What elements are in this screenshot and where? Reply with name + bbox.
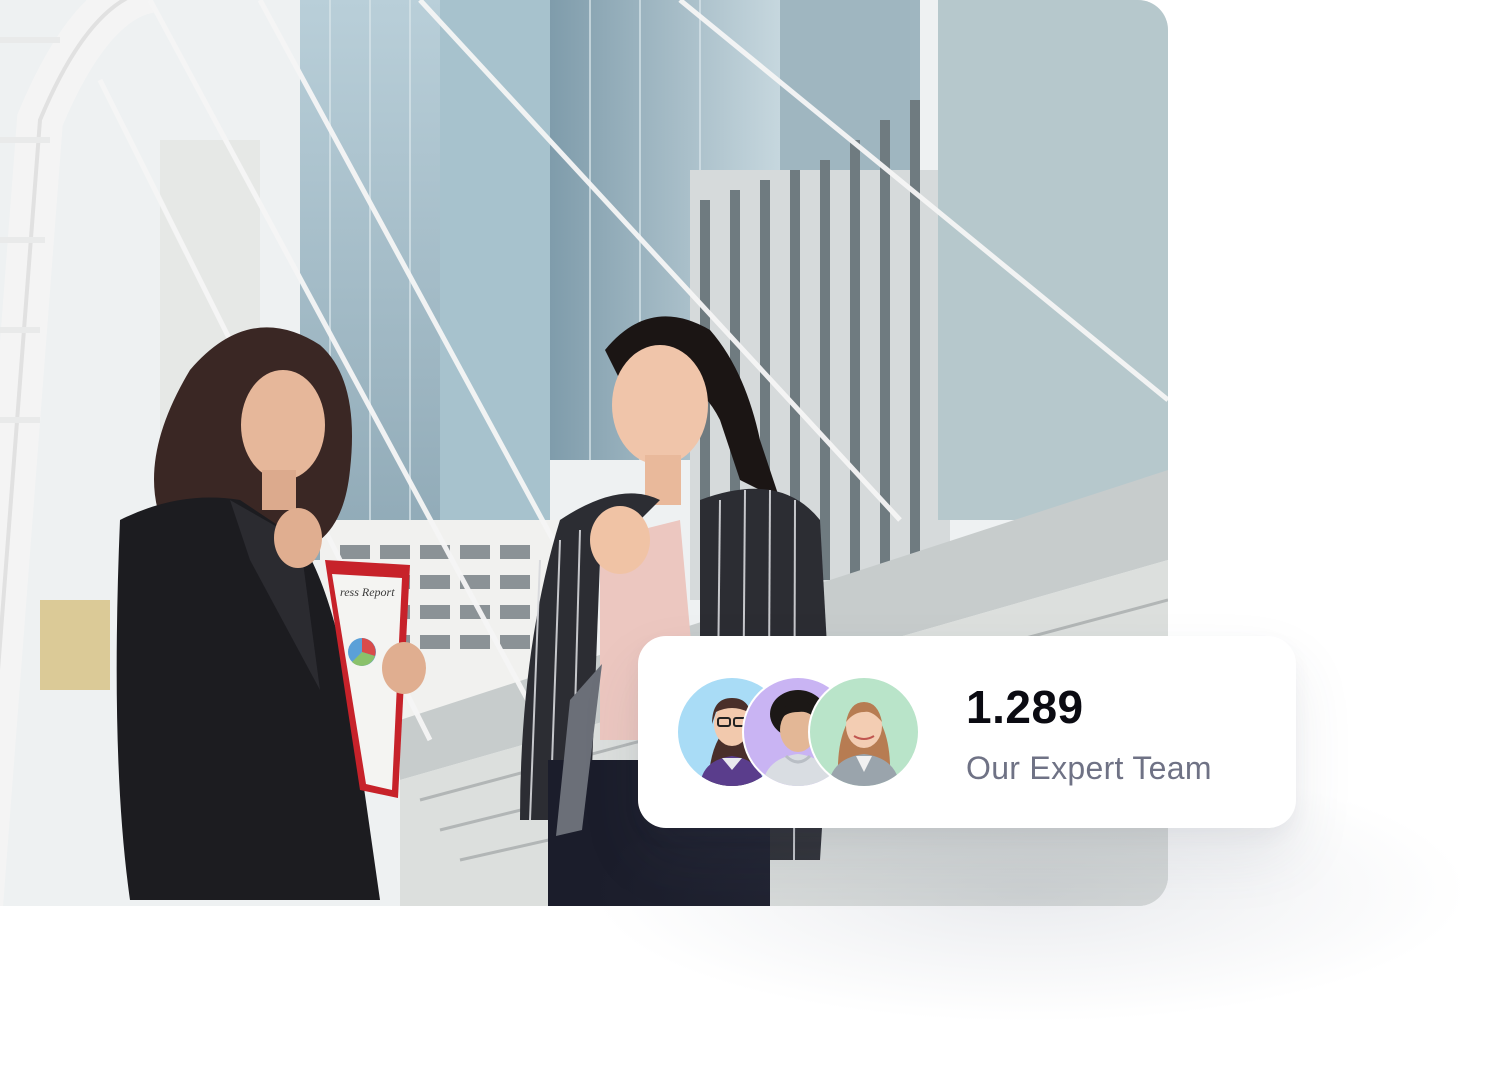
expert-team-card: 1.289 Our Expert Team bbox=[638, 636, 1296, 828]
page: ress Report 1.289 Our Expert Team bbox=[0, 0, 1496, 1068]
clipboard-title: ress Report bbox=[340, 585, 395, 599]
team-label: Our Expert Team bbox=[966, 750, 1212, 786]
team-count: 1.289 bbox=[966, 681, 1084, 733]
avatar-group bbox=[676, 676, 926, 788]
team-member-avatar-3 bbox=[808, 676, 920, 788]
